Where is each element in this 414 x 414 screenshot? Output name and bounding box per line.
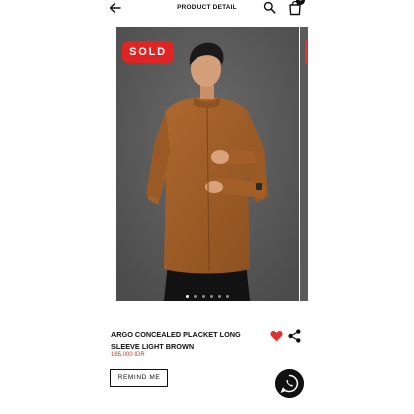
carousel-dot[interactable] xyxy=(210,295,213,298)
carousel-dot[interactable] xyxy=(226,295,229,298)
carousel-dot[interactable] xyxy=(218,295,221,298)
search-icon[interactable] xyxy=(263,1,276,14)
heart-icon[interactable] xyxy=(270,330,283,342)
product-image-carousel[interactable]: SOLD xyxy=(116,27,299,301)
carousel-dot[interactable] xyxy=(186,295,189,298)
next-image-peek[interactable] xyxy=(300,27,308,301)
carousel-dot[interactable] xyxy=(202,295,205,298)
top-app-bar: PRODUCT DETAIL 0 xyxy=(0,0,414,18)
sold-badge: SOLD xyxy=(122,41,174,63)
product-price: 185,000 IDR xyxy=(111,352,145,358)
carousel-pagination[interactable] xyxy=(186,295,246,299)
share-icon[interactable] xyxy=(288,329,301,343)
next-sold-badge-peek xyxy=(305,40,308,64)
product-name: ARGO CONCEALED PLACKET LONG SLEEVE LIGHT… xyxy=(111,330,241,351)
carousel-dot[interactable] xyxy=(194,295,197,298)
page-title: PRODUCT DETAIL xyxy=(177,4,237,11)
product-photo xyxy=(116,27,299,301)
remind-me-button[interactable]: REMIND ME xyxy=(110,369,168,387)
whatsapp-icon[interactable] xyxy=(275,369,304,398)
